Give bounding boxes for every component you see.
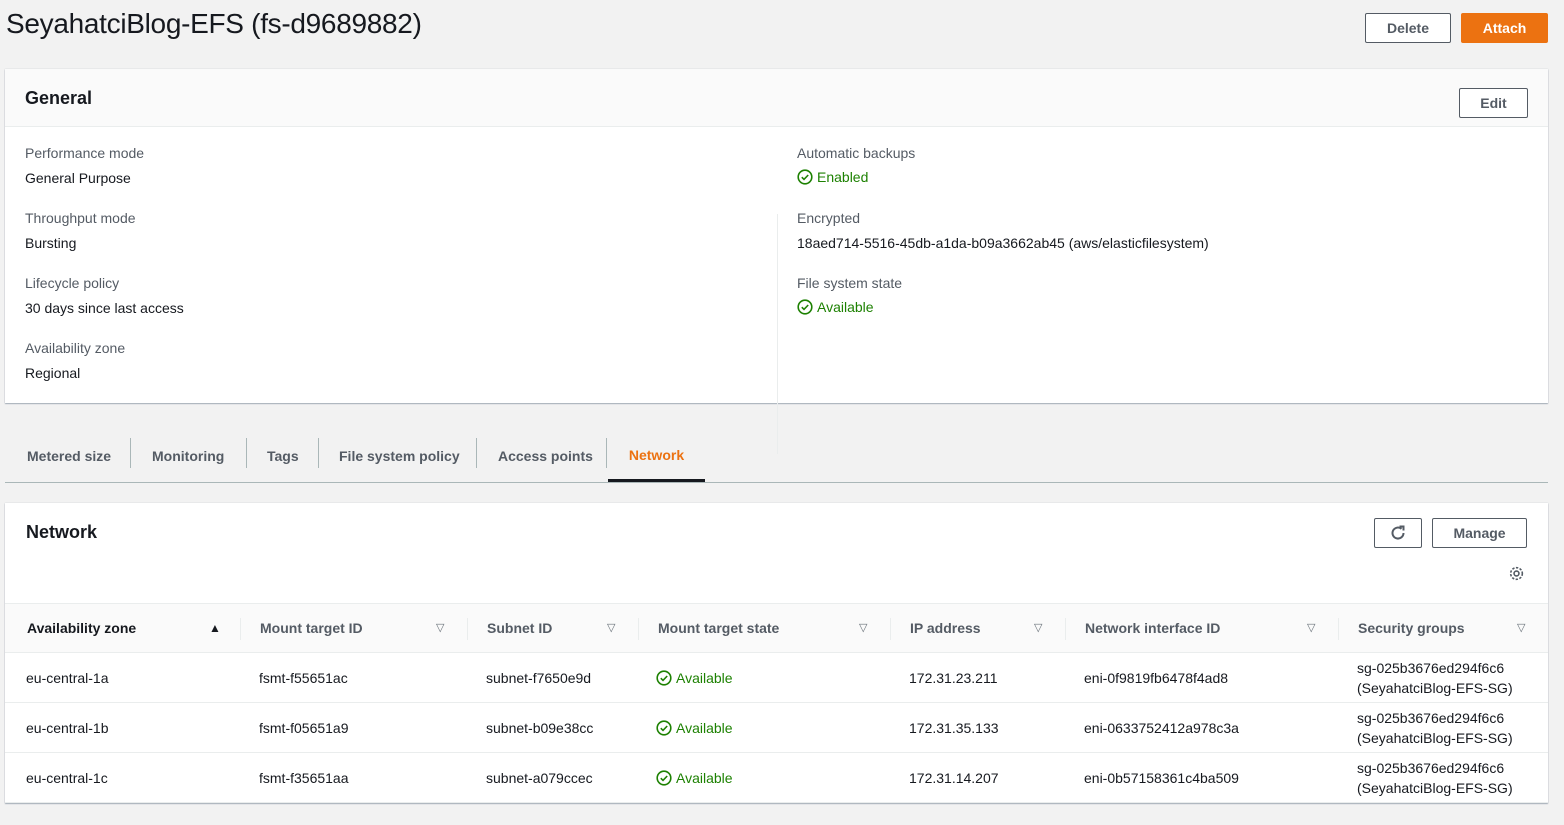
throughput-mode-value: Bursting (25, 235, 77, 251)
tab-monitoring[interactable]: Monitoring (152, 430, 224, 482)
security-groups-cell: sg-025b3676ed294f6c6 (SeyahatciBlog-EFS-S… (1357, 703, 1513, 753)
column-header-ip-address[interactable]: IP address (910, 604, 981, 652)
file-system-state-status: Available (797, 299, 874, 315)
column-header-mount-target-id[interactable]: Mount target ID (260, 604, 363, 652)
state-text: Available (676, 770, 733, 786)
table-row: eu-central-1a fsmt-f55651ac subnet-f7650… (5, 653, 1548, 703)
performance-mode-value: General Purpose (25, 170, 131, 186)
manage-button[interactable]: Manage (1432, 518, 1527, 548)
mount-target-id-cell: fsmt-f55651ac (259, 670, 348, 686)
column-header-availability-zone[interactable]: Availability zone (27, 604, 136, 652)
sort-icon[interactable]: ▽ (1034, 621, 1042, 634)
general-panel: General Edit Performance mode General Pu… (5, 69, 1548, 454)
network-title: Network (26, 522, 98, 542)
sort-icon[interactable]: ▽ (436, 621, 444, 634)
table-row: eu-central-1b fsmt-f05651a9 subnet-b09e3… (5, 703, 1548, 753)
lifecycle-policy-value: 30 days since last access (25, 300, 184, 316)
availability-zone-cell: eu-central-1a (26, 670, 109, 686)
subnet-id-cell[interactable]: subnet-f7650e9d (486, 653, 591, 703)
automatic-backups-label: Automatic backups (797, 145, 916, 161)
edit-button[interactable]: Edit (1459, 88, 1528, 118)
general-title: General (25, 88, 93, 108)
lifecycle-policy-label: Lifecycle policy (25, 275, 120, 291)
automatic-backups-status: Enabled (797, 169, 868, 185)
tab-access-points[interactable]: Access points (498, 430, 593, 482)
security-group-id[interactable]: sg-025b3676ed294f6c6 (1357, 758, 1504, 778)
sort-icon[interactable]: ▽ (607, 621, 615, 634)
mount-target-id-cell: fsmt-f35651aa (259, 770, 349, 786)
security-group-id[interactable]: sg-025b3676ed294f6c6 (1357, 658, 1504, 678)
tab-tags[interactable]: Tags (267, 430, 299, 482)
ip-address-cell: 172.31.23.211 (909, 670, 998, 686)
performance-mode-label: Performance mode (25, 145, 145, 161)
check-circle-icon (656, 770, 672, 786)
security-group-name: (SeyahatciBlog-EFS-SG) (1357, 680, 1513, 696)
column-header-network-interface-id[interactable]: Network interface ID (1085, 604, 1220, 652)
page-title: SeyahatciBlog-EFS (fs-d9689882) (6, 8, 422, 39)
security-group-name: (SeyahatciBlog-EFS-SG) (1357, 730, 1513, 746)
settings-gear-icon[interactable] (1508, 565, 1525, 582)
ip-address-cell: 172.31.14.207 (909, 770, 999, 786)
availability-zone-label: Availability zone (25, 340, 126, 356)
sort-icon[interactable]: ▽ (1517, 621, 1525, 634)
security-group-name: (SeyahatciBlog-EFS-SG) (1357, 780, 1513, 796)
delete-button[interactable]: Delete (1365, 13, 1451, 43)
check-circle-icon (797, 299, 813, 315)
network-interface-id-cell[interactable]: eni-0f9819fb6478f4ad8 (1084, 653, 1228, 703)
column-header-subnet-id[interactable]: Subnet ID (487, 604, 552, 652)
file-system-state-label: File system state (797, 275, 903, 291)
state-text: Available (676, 670, 733, 686)
availability-zone-value: Regional (25, 365, 81, 381)
file-system-state-value: Available (817, 299, 874, 315)
sort-ascending-icon[interactable]: ▲ (209, 621, 221, 635)
state-text: Available (676, 720, 733, 736)
refresh-icon (1391, 525, 1405, 540)
ip-address-cell: 172.31.35.133 (909, 720, 999, 736)
encrypted-label: Encrypted (797, 210, 861, 226)
mount-target-state-cell: Available (656, 753, 733, 803)
network-panel: Network Manage Availability zone ▲ Mount… (5, 503, 1548, 803)
network-interface-id-cell[interactable]: eni-0b57158361c4ba509 (1084, 753, 1239, 803)
security-groups-cell: sg-025b3676ed294f6c6 (SeyahatciBlog-EFS-S… (1357, 653, 1513, 703)
column-header-mount-target-state[interactable]: Mount target state (658, 604, 779, 652)
subnet-id-cell[interactable]: subnet-b09e38cc (486, 703, 593, 753)
attach-button[interactable]: Attach (1461, 13, 1548, 43)
subnet-id-cell[interactable]: subnet-a079ccec (486, 753, 593, 803)
availability-zone-cell: eu-central-1c (26, 770, 108, 786)
table-header: Availability zone ▲ Mount target ID ▽ Su… (5, 603, 1548, 653)
mount-target-state-cell: Available (656, 703, 733, 753)
throughput-mode-label: Throughput mode (25, 210, 136, 226)
mount-target-id-cell: fsmt-f05651a9 (259, 720, 349, 736)
sort-icon[interactable]: ▽ (1307, 621, 1315, 634)
availability-zone-cell: eu-central-1b (26, 720, 109, 736)
tab-file-system-policy[interactable]: File system policy (339, 430, 460, 482)
tab-network[interactable]: Network (608, 430, 705, 482)
automatic-backups-value: Enabled (817, 169, 869, 185)
security-groups-cell: sg-025b3676ed294f6c6 (SeyahatciBlog-EFS-S… (1357, 753, 1513, 803)
check-circle-icon (656, 670, 672, 686)
sort-icon[interactable]: ▽ (859, 621, 867, 634)
mount-target-state-cell: Available (656, 653, 733, 703)
tab-bar: Metered size Monitoring Tags File system… (5, 430, 1548, 483)
check-circle-icon (656, 720, 672, 736)
security-group-id[interactable]: sg-025b3676ed294f6c6 (1357, 708, 1504, 728)
tab-metered-size[interactable]: Metered size (27, 430, 111, 482)
table-row: eu-central-1c fsmt-f35651aa subnet-a079c… (5, 753, 1548, 803)
network-interface-id-cell[interactable]: eni-0633752412a978c3a (1084, 703, 1239, 753)
encrypted-value: 18aed714-5516-45db-a1da-b09a3662ab45 (aw… (797, 235, 1209, 251)
column-divider (777, 214, 778, 454)
refresh-button[interactable] (1374, 518, 1422, 548)
check-circle-icon (797, 169, 813, 185)
column-header-security-groups[interactable]: Security groups (1358, 604, 1465, 652)
